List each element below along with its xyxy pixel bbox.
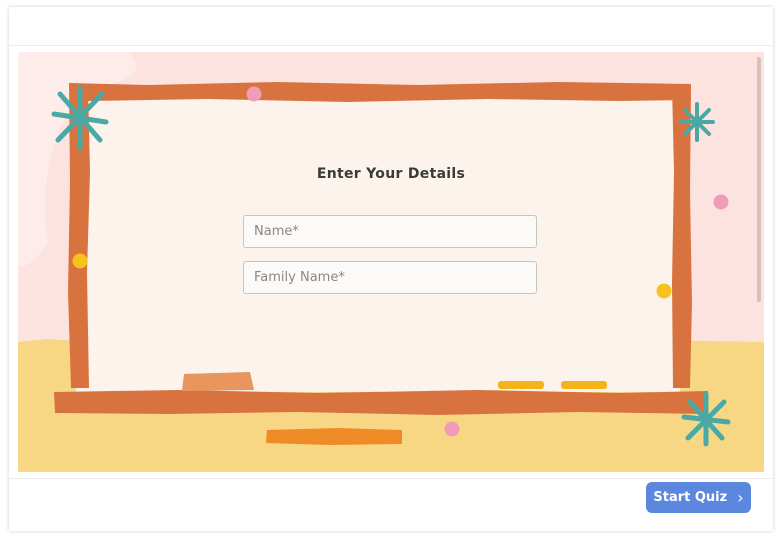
quiz-window: Enter Your Details — [9, 7, 773, 531]
eraser — [182, 372, 254, 391]
start-quiz-button[interactable]: Start Quiz › — [646, 482, 751, 513]
pink-dot — [713, 194, 729, 210]
chalk-piece — [561, 381, 607, 389]
name-input[interactable] — [243, 215, 537, 248]
floor-stroke — [266, 428, 402, 445]
teal-star — [679, 102, 715, 142]
form-title: Enter Your Details — [316, 166, 466, 182]
yellow-dot — [72, 253, 88, 269]
chevron-right-icon: › — [737, 487, 744, 507]
family-name-input[interactable] — [243, 261, 537, 294]
top-bar — [9, 7, 773, 46]
start-quiz-label: Start Quiz — [653, 490, 728, 505]
pink-dot — [246, 86, 262, 102]
scene-illustration: Enter Your Details — [18, 52, 764, 472]
teal-star — [681, 391, 731, 447]
board-frame-bottom — [54, 390, 708, 415]
pink-dot — [444, 421, 460, 437]
board-frame-top — [69, 82, 691, 102]
chalk-piece — [498, 381, 544, 389]
yellow-dot — [656, 283, 672, 299]
